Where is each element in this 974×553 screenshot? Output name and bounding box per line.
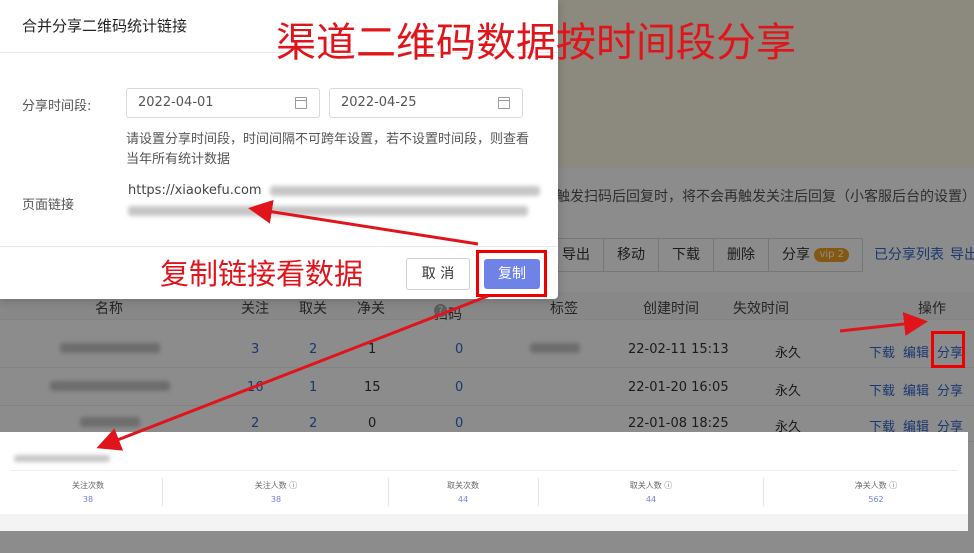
arrow-to-link [248, 199, 479, 246]
arrow-to-stats [96, 294, 489, 451]
arrow-to-share [839, 312, 928, 336]
annotation-arrows [96, 199, 928, 451]
